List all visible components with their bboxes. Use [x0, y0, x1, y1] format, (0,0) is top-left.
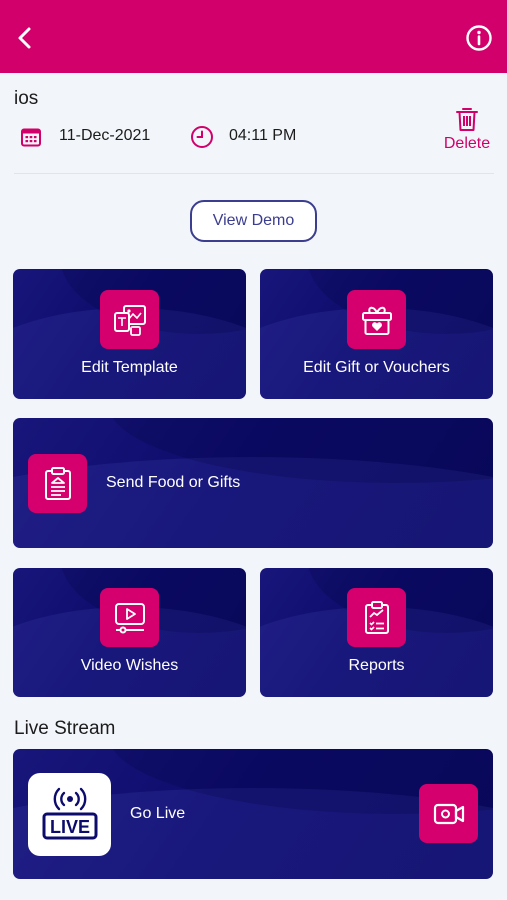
event-date: 11-Dec-2021 [59, 127, 151, 144]
send-food-card[interactable]: Send Food or Gifts [13, 418, 493, 548]
edit-template-label: Edit Template [81, 359, 178, 376]
edit-template-card[interactable]: Edit Template [13, 269, 246, 399]
trash-icon [456, 108, 478, 131]
app-header [0, 0, 507, 73]
video-wishes-card[interactable]: Video Wishes [13, 568, 246, 697]
gift-icon [347, 290, 406, 349]
reports-label: Reports [348, 657, 405, 674]
video-camera-icon [433, 803, 464, 824]
event-title: ios [14, 88, 39, 109]
send-food-label: Send Food or Gifts [106, 474, 241, 491]
live-logo-text: LIVE [49, 817, 89, 837]
edit-gift-card[interactable]: Edit Gift or Vouchers [260, 269, 493, 399]
reports-card[interactable]: Reports [260, 568, 493, 697]
camera-button[interactable] [419, 784, 478, 843]
calendar-icon [21, 128, 41, 147]
clock-icon [191, 126, 213, 148]
video-player-icon [100, 588, 159, 647]
live-broadcast-icon: LIVE [28, 773, 111, 856]
event-time: 04:11 PM [229, 127, 297, 144]
clipboard-food-icon [28, 454, 87, 513]
go-live-card[interactable]: LIVE Go Live [13, 749, 493, 879]
template-icon [100, 290, 159, 349]
info-icon [466, 25, 492, 51]
video-wishes-label: Video Wishes [80, 657, 179, 674]
delete-label: Delete [443, 135, 491, 152]
edit-gift-label: Edit Gift or Vouchers [303, 359, 450, 376]
chevron-left-icon [18, 27, 31, 49]
info-button[interactable] [459, 18, 499, 58]
back-button[interactable] [6, 18, 46, 58]
view-demo-button[interactable]: View Demo [190, 200, 317, 242]
divider [14, 173, 494, 174]
report-clipboard-icon [347, 588, 406, 647]
delete-button[interactable]: Delete [438, 106, 496, 156]
go-live-label: Go Live [130, 805, 186, 822]
live-stream-heading: Live Stream [14, 718, 116, 739]
